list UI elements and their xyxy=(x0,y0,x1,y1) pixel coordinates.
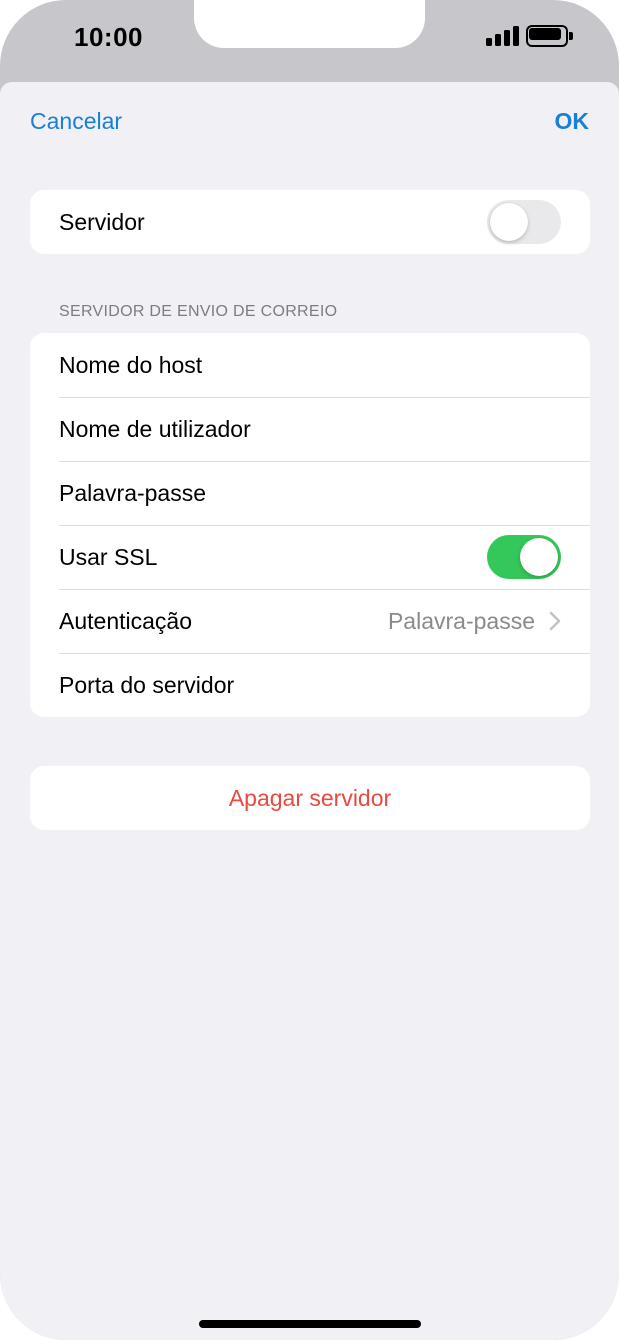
server-port-label: Porta do servidor xyxy=(59,671,235,698)
hostname-label: Nome do host xyxy=(59,351,203,378)
use-ssl-toggle[interactable] xyxy=(487,535,561,579)
section-header: SERVIDOR DE ENVIO DE CORREIO xyxy=(59,303,338,320)
password-label: Palavra-passe xyxy=(59,479,207,506)
authentication-value: Palavra-passe xyxy=(387,607,535,634)
delete-server-button[interactable]: Apagar servidor xyxy=(30,766,590,830)
status-bar: 10:00 xyxy=(0,0,619,82)
toggle-knob xyxy=(490,203,528,241)
phone-frame: 10:00 Cancelar OK Servidor SERVIDOR DE E… xyxy=(0,0,619,1340)
home-indicator[interactable] xyxy=(199,1320,421,1328)
authentication-label: Autenticação xyxy=(59,607,192,634)
toggle-knob xyxy=(520,538,558,576)
server-label: Servidor xyxy=(59,208,145,235)
use-ssl-label: Usar SSL xyxy=(59,543,158,570)
server-row[interactable]: Servidor xyxy=(30,190,590,254)
username-label: Nome de utilizador xyxy=(59,415,251,442)
outgoing-server-group: Nome do host Nome de utilizador Palavra-… xyxy=(30,333,590,717)
chevron-right-icon xyxy=(549,611,561,631)
server-toggle[interactable] xyxy=(487,200,561,244)
battery-icon xyxy=(526,25,574,47)
notch xyxy=(194,0,425,48)
delete-server-group: Apagar servidor xyxy=(30,766,590,830)
ok-button[interactable]: OK xyxy=(555,108,590,135)
server-port-row[interactable]: Porta do servidor xyxy=(30,653,590,717)
authentication-row[interactable]: Autenticação Palavra-passe xyxy=(30,589,590,653)
username-row[interactable]: Nome de utilizador xyxy=(30,397,590,461)
signal-icon xyxy=(486,26,520,46)
cancel-button[interactable]: Cancelar xyxy=(30,108,122,135)
server-toggle-group: Servidor xyxy=(30,190,590,254)
status-time: 10:00 xyxy=(74,22,143,52)
hostname-row[interactable]: Nome do host xyxy=(30,333,590,397)
password-row[interactable]: Palavra-passe xyxy=(30,461,590,525)
use-ssl-row[interactable]: Usar SSL xyxy=(30,525,590,589)
server-settings-sheet: Cancelar OK Servidor SERVIDOR DE ENVIO D… xyxy=(0,82,619,1340)
